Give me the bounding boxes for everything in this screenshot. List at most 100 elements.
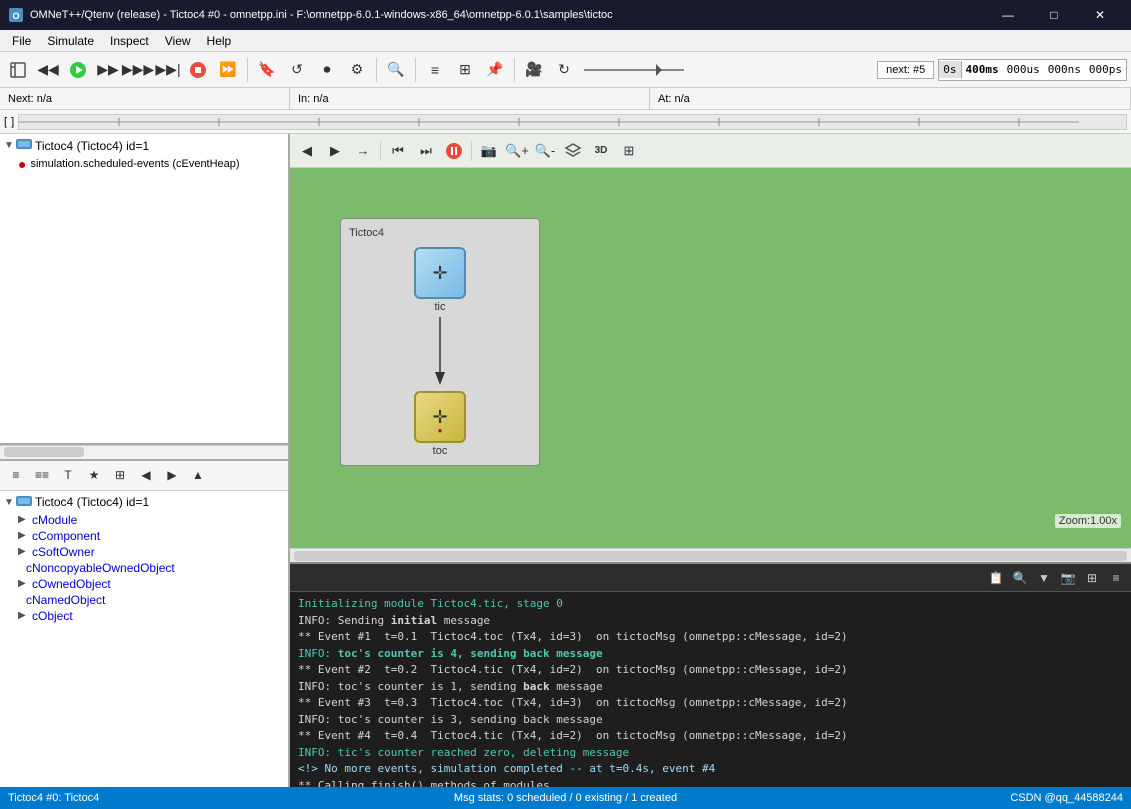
lt-text-btn[interactable]: T	[56, 463, 80, 487]
timeline-ruler[interactable]	[18, 114, 1127, 130]
log-list-btn[interactable]: ≡	[1105, 567, 1127, 589]
cComponent-label: cComponent	[32, 529, 100, 543]
canvas-right-btn[interactable]: →	[350, 138, 376, 164]
left-panel: ▼ Tictoc4 (Tictoc4) id=1 ● simulation.sc…	[0, 134, 290, 787]
toc-node[interactable]: ✛ ●	[414, 391, 466, 443]
canvas-first-btn[interactable]: ⏮	[385, 138, 411, 164]
menu-view[interactable]: View	[157, 32, 199, 50]
class-tree: ▼ Tictoc4 (Tictoc4) id=1 ▶ cModule ▶ cCo…	[0, 491, 288, 788]
sep3	[415, 58, 416, 82]
menu-inspect[interactable]: Inspect	[102, 32, 157, 50]
fast-step-button[interactable]: ▶▶▶	[124, 56, 152, 84]
status-bar: Next: n/a In: n/a At: n/a	[0, 88, 1131, 110]
stop-button[interactable]	[184, 56, 212, 84]
layout-pin-button[interactable]: 📌	[481, 56, 509, 84]
class-item-cObject[interactable]: ▶ cObject	[2, 608, 286, 624]
canvas-fullscreen-btn[interactable]: ⊞	[616, 138, 642, 164]
class-item-cSoftOwner[interactable]: ▶ cSoftOwner	[2, 544, 286, 560]
tree-scheduled-events[interactable]: ● simulation.scheduled-events (cEventHea…	[2, 155, 286, 173]
time-ps: 000ps	[1085, 61, 1126, 78]
object-tree-panel: ▼ Tictoc4 (Tictoc4) id=1 ● simulation.sc…	[0, 134, 288, 461]
play-button[interactable]	[64, 56, 92, 84]
menu-help[interactable]: Help	[199, 32, 240, 50]
class-tree-root[interactable]: ▼ Tictoc4 (Tictoc4) id=1	[2, 493, 286, 512]
class-item-cNoncopyable[interactable]: cNoncopyableOwnedObject	[2, 560, 286, 576]
tree-hscroll-thumb	[4, 447, 84, 457]
timeline-marker: ]	[11, 116, 14, 128]
tree-node-icon	[16, 137, 32, 154]
sep1	[247, 58, 248, 82]
lt-fwd-btn[interactable]: ▶	[160, 463, 184, 487]
canvas-3d-btn[interactable]: 3D	[588, 138, 614, 164]
refresh2-button[interactable]: ↻	[550, 56, 578, 84]
toc-container: ✛ ● toc	[349, 391, 531, 457]
log-copy-btn[interactable]: 📋	[985, 567, 1007, 589]
maximize-button[interactable]: □	[1031, 0, 1077, 30]
canvas-sep2	[471, 141, 472, 161]
record-button[interactable]: ⏺	[313, 56, 341, 84]
close-button[interactable]: ✕	[1077, 0, 1123, 30]
lt-back-btn[interactable]: ◀	[134, 463, 158, 487]
until-button[interactable]: ⏩	[214, 56, 242, 84]
log-line-3: INFO: toc's counter is 4, sending back m…	[298, 646, 1123, 663]
log-search-btn[interactable]: 🔍	[1009, 567, 1031, 589]
cNamedObject-label: cNamedObject	[26, 593, 105, 607]
tree-root[interactable]: ▼ Tictoc4 (Tictoc4) id=1	[2, 136, 286, 155]
left-toolbar: ≡ ≡≡ T ★ ⊞ ◀ ▶ ▲	[0, 461, 288, 491]
time-ns: 000ns	[1044, 61, 1085, 78]
tic-container: ✛ tic	[349, 247, 531, 313]
layout-list-button[interactable]: ≡	[421, 56, 449, 84]
bookmark-button[interactable]: 🔖	[253, 56, 281, 84]
log-line-8: ** Event #4 t=0.4 Tictoc4.tic (Tx4, id=2…	[298, 728, 1123, 745]
lt-star-btn[interactable]: ★	[82, 463, 106, 487]
log-content: Initializing module Tictoc4.tic, stage 0…	[290, 592, 1131, 787]
tic-node[interactable]: ✛	[414, 247, 466, 299]
search-button[interactable]: 🔍	[382, 56, 410, 84]
canvas-pause-btn[interactable]	[441, 138, 467, 164]
time-us: 000us	[1003, 61, 1044, 78]
class-item-cModule[interactable]: ▶ cModule	[2, 512, 286, 528]
cObject-label: cObject	[32, 609, 73, 623]
cam-button[interactable]: 🎥	[520, 56, 548, 84]
menu-file[interactable]: File	[4, 32, 39, 50]
network-title: Tictoc4	[349, 227, 531, 239]
step-button[interactable]: ▶▶	[94, 56, 122, 84]
canvas-zoomin-btn[interactable]: 🔍+	[504, 138, 530, 164]
canvas-prev-btn[interactable]: ⏭	[413, 138, 439, 164]
log-layout-btn[interactable]: ⊞	[1081, 567, 1103, 589]
step-back-button[interactable]: ◀◀	[34, 56, 62, 84]
refresh-button[interactable]: ↺	[283, 56, 311, 84]
log-line-1: INFO: Sending initial message	[298, 613, 1123, 630]
status-at: At: n/a	[650, 88, 1131, 109]
minimize-button[interactable]: —	[985, 0, 1031, 30]
canvas-zoomout-btn[interactable]: 🔍-	[532, 138, 558, 164]
settings-button[interactable]: ⚙	[343, 56, 371, 84]
log-filter-btn[interactable]: ▼	[1033, 567, 1055, 589]
canvas-fwd-btn[interactable]: ▶	[322, 138, 348, 164]
tree-root-label: Tictoc4 (Tictoc4) id=1	[35, 139, 149, 153]
class-item-cComponent[interactable]: ▶ cComponent	[2, 528, 286, 544]
tree-hscroll[interactable]	[0, 445, 288, 459]
class-item-cNamedObject[interactable]: cNamedObject	[2, 592, 286, 608]
lt-list-btn[interactable]: ≡	[4, 463, 28, 487]
cOwnedObject-label: cOwnedObject	[32, 577, 111, 591]
canvas-hscroll[interactable]	[290, 548, 1131, 562]
timeline-bracket-left: [	[4, 116, 7, 128]
menu-simulate[interactable]: Simulate	[39, 32, 102, 50]
log-line-4: ** Event #2 t=0.2 Tictoc4.tic (Tx4, id=2…	[298, 662, 1123, 679]
new-button[interactable]	[4, 56, 32, 84]
lt-grid-btn[interactable]: ≡≡	[30, 463, 54, 487]
lt-table-btn[interactable]: ⊞	[108, 463, 132, 487]
canvas-back-btn[interactable]: ◀	[294, 138, 320, 164]
menu-bar: File Simulate Inspect View Help	[0, 30, 1131, 52]
log-screenshot-btn[interactable]: 📷	[1057, 567, 1079, 589]
express-button[interactable]: ▶▶|	[154, 56, 182, 84]
lt-up-btn[interactable]: ▲	[186, 463, 210, 487]
canvas-layers-btn[interactable]	[560, 138, 586, 164]
time-s: 0s	[939, 61, 961, 78]
log-line-6: ** Event #3 t=0.3 Tictoc4.toc (Tx4, id=3…	[298, 695, 1123, 712]
slider-area	[584, 62, 684, 78]
layout-grid-button[interactable]: ⊞	[451, 56, 479, 84]
canvas-snapshot-btn[interactable]: 📷	[476, 138, 502, 164]
class-item-cOwnedObject[interactable]: ▶ cOwnedObject	[2, 576, 286, 592]
